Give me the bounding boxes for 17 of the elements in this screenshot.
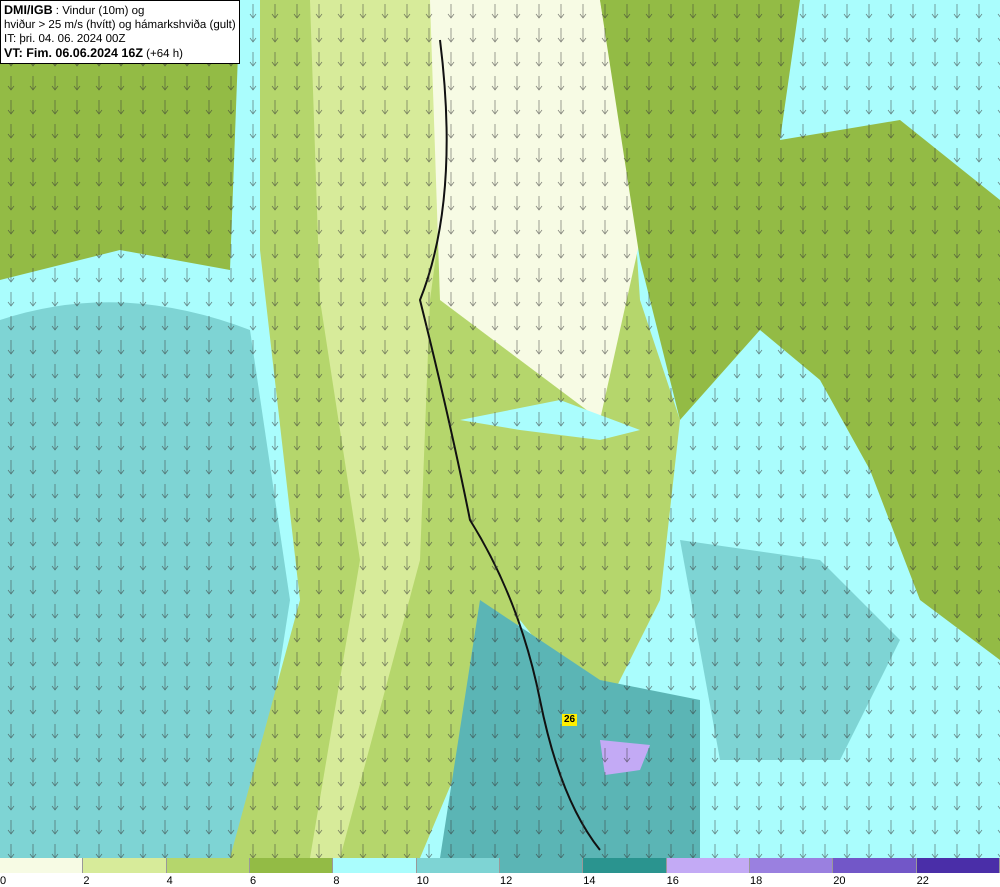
- legend-tick-label: 22: [916, 875, 929, 887]
- legend-tick-label: 0: [0, 875, 6, 887]
- title-line: IT: þri. 04. 06. 2024 00Z: [4, 32, 126, 46]
- legend-tick-label: 16: [666, 875, 679, 887]
- legend-tick-label: 18: [750, 875, 762, 887]
- legend-tick-label: 8: [333, 875, 340, 887]
- max-gust-label: 26: [562, 714, 578, 726]
- legend-tick-label: 10: [416, 875, 429, 887]
- legend-tick-label: 12: [500, 875, 512, 887]
- legend-tick-label: 14: [583, 875, 596, 887]
- title-line: hviður > 25 m/s (hvítt) og hámarkshviða (gult): [4, 18, 236, 32]
- title-line: VT: Fim. 06.06.2024 16Z (+64 h): [4, 46, 184, 61]
- title-line: DMI/IGB : Vindur (10m) og: [4, 3, 146, 18]
- legend-tick-label: 4: [166, 875, 173, 887]
- legend-tick-label: 6: [250, 875, 256, 887]
- legend-tick-label: 2: [83, 875, 90, 887]
- legend-tick-label: 20: [833, 875, 846, 887]
